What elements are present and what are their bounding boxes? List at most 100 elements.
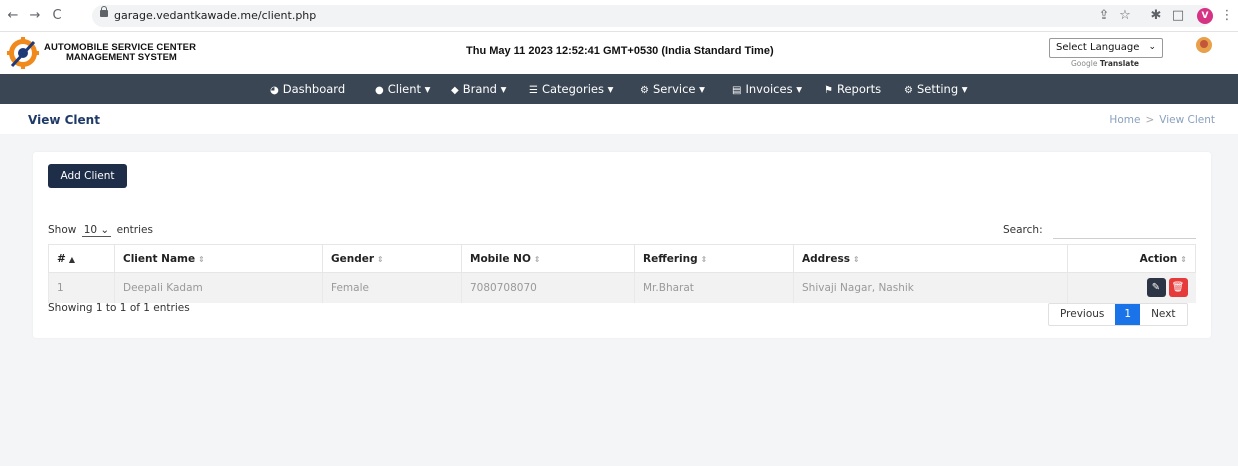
cell-address: Shivaji Nagar, Nashik	[793, 272, 1068, 303]
column-header-number[interactable]: # ▲	[48, 244, 115, 273]
nav-setting-label: Setting ▾	[916, 82, 968, 96]
google-translate-label[interactable]: Google Translate	[1071, 59, 1139, 68]
user-icon: ●	[375, 85, 384, 96]
cell-client-name: Deepali Kadam	[114, 272, 323, 303]
language-select[interactable]: Select Language ⌄	[1049, 38, 1163, 58]
sort-icon: ⇕	[533, 254, 541, 264]
table-header-row: # ▲ Client Name ⇕ Gender ⇕ Mobile NO ⇕ Reffe…	[48, 244, 1196, 273]
edit-button[interactable]: ✎	[1146, 278, 1166, 298]
extensions-icon[interactable]: ✱	[1147, 8, 1165, 24]
sort-icon: ⇕	[1180, 254, 1187, 264]
column-label: Client Name	[123, 252, 196, 265]
nav-dashboard[interactable]: ◕ Dashboard	[270, 82, 345, 96]
column-label: Action	[1139, 252, 1178, 265]
back-icon[interactable]: ←	[4, 8, 22, 24]
nav-service-label: Service ▾	[652, 82, 705, 96]
language-select-value: Select Language	[1056, 42, 1140, 53]
page-title: View Clent	[28, 113, 100, 127]
client-card: Add Client Show 10 ⌄ entries Search: # ▲ …	[33, 152, 1211, 338]
sort-asc-icon: ▲	[68, 254, 75, 264]
bookmark-star-icon[interactable]: ☆	[1116, 8, 1134, 24]
flag-icon: ⚑	[824, 85, 833, 96]
sort-icon: ⇕	[700, 254, 708, 264]
nav-brand-label: Brand ▾	[462, 82, 507, 96]
search-label: Search:	[1003, 224, 1043, 236]
nav-brand[interactable]: ◆ Brand ▾	[451, 82, 506, 96]
nav-reports-label: Reports	[836, 82, 882, 96]
side-panel-icon[interactable]: □	[1169, 8, 1187, 24]
column-header-client-name[interactable]: Client Name ⇕	[114, 244, 323, 273]
pagination-page-1[interactable]: 1	[1115, 304, 1141, 325]
sort-icon: ⇕	[198, 254, 205, 264]
share-icon[interactable]: ⇪	[1095, 8, 1113, 24]
brand-subtitle: MANAGEMENT SYSTEM	[66, 52, 177, 63]
column-label: Gender	[331, 252, 375, 265]
nav-dashboard-label: Dashboard	[282, 82, 346, 96]
page-header: View Clent Home > View Clent	[0, 104, 1238, 134]
user-avatar[interactable]	[1196, 37, 1212, 53]
entries-select-value: 10	[83, 224, 98, 236]
cell-action: ✎ 🗑	[1067, 272, 1196, 303]
chevron-down-icon: ⌄	[1148, 42, 1156, 52]
reload-icon[interactable]: C	[48, 8, 66, 24]
browser-menu-icon[interactable]: ⋮	[1218, 8, 1236, 24]
cell-reffering: Mr.Bharat	[634, 272, 794, 303]
nav-client-label: Client ▾	[387, 82, 431, 96]
breadcrumb-separator-icon: >	[1145, 114, 1155, 126]
nav-client[interactable]: ● Client ▾	[375, 82, 430, 96]
cell-mobile: 7080708070	[461, 272, 635, 303]
column-header-reffering[interactable]: Reffering ⇕	[634, 244, 794, 273]
gear-icon: ⚙	[904, 85, 913, 96]
table-row: 1 Deepali Kadam Female 7080708070 Mr.Bha…	[48, 272, 1196, 303]
breadcrumb-home[interactable]: Home	[1109, 114, 1140, 126]
entries-select[interactable]: 10 ⌄	[81, 224, 112, 237]
nav-invoices-label: Invoices ▾	[745, 82, 802, 96]
google-label: Google	[1071, 59, 1098, 68]
nav-reports[interactable]: ⚑ Reports	[824, 82, 881, 96]
breadcrumb: Home > View Clent	[1109, 114, 1215, 126]
url-text[interactable]: garage.vedantkawade.me/client.php	[114, 9, 316, 22]
pagination: Previous 1 Next	[1048, 303, 1188, 326]
nav-categories-label: Categories ▾	[541, 82, 614, 96]
column-header-address[interactable]: Address ⇕	[793, 244, 1068, 273]
add-client-button[interactable]: Add Client	[48, 164, 127, 188]
browser-profile-avatar[interactable]: V	[1197, 8, 1213, 24]
cogs-icon: ⚙	[640, 85, 649, 96]
clients-table: # ▲ Client Name ⇕ Gender ⇕ Mobile NO ⇕ Reffe…	[48, 244, 1196, 303]
dashboard-icon: ◕	[270, 85, 279, 96]
gear-logo-icon	[7, 37, 39, 69]
list-icon: ☰	[529, 85, 538, 96]
lock-icon	[100, 6, 108, 17]
sort-icon: ⇕	[377, 254, 384, 264]
trash-icon: 🗑	[1171, 282, 1185, 294]
sort-icon: ⇕	[852, 254, 860, 264]
invoice-icon: ▤	[732, 85, 742, 96]
column-header-action[interactable]: Action ⇕	[1067, 244, 1196, 273]
nav-setting[interactable]: ⚙ Setting ▾	[904, 82, 968, 96]
column-label: Reffering	[643, 252, 698, 265]
column-label: Address	[802, 252, 850, 265]
translate-label: Translate	[1099, 59, 1140, 68]
entries-label: entries	[116, 224, 153, 236]
forward-icon[interactable]: →	[26, 8, 44, 24]
column-header-gender[interactable]: Gender ⇕	[322, 244, 462, 273]
cell-number: 1	[48, 272, 115, 303]
column-label: #	[57, 252, 66, 265]
pagination-previous[interactable]: Previous	[1049, 304, 1115, 325]
tag-icon: ◆	[451, 85, 459, 96]
nav-service[interactable]: ⚙ Service ▾	[640, 82, 705, 96]
search-input[interactable]	[1053, 221, 1196, 239]
column-header-mobile[interactable]: Mobile NO ⇕	[461, 244, 635, 273]
pagination-next[interactable]: Next	[1140, 304, 1186, 325]
cell-gender: Female	[322, 272, 462, 303]
pencil-icon: ✎	[1151, 282, 1161, 294]
current-datetime: Thu May 11 2023 12:52:41 GMT+0530 (India…	[466, 45, 774, 57]
nav-categories[interactable]: ☰ Categories ▾	[529, 82, 613, 96]
column-label: Mobile NO	[470, 252, 531, 265]
delete-button[interactable]: 🗑	[1168, 278, 1188, 298]
nav-invoices[interactable]: ▤ Invoices ▾	[732, 82, 802, 96]
chevron-down-icon: ⌄	[100, 224, 110, 236]
breadcrumb-current: View Clent	[1159, 114, 1215, 126]
browser-toolbar: ← → C garage.vedantkawade.me/client.php …	[0, 0, 1238, 32]
app-header: AUTOMOBILE SERVICE CENTER MANAGEMENT SYS…	[0, 32, 1238, 74]
